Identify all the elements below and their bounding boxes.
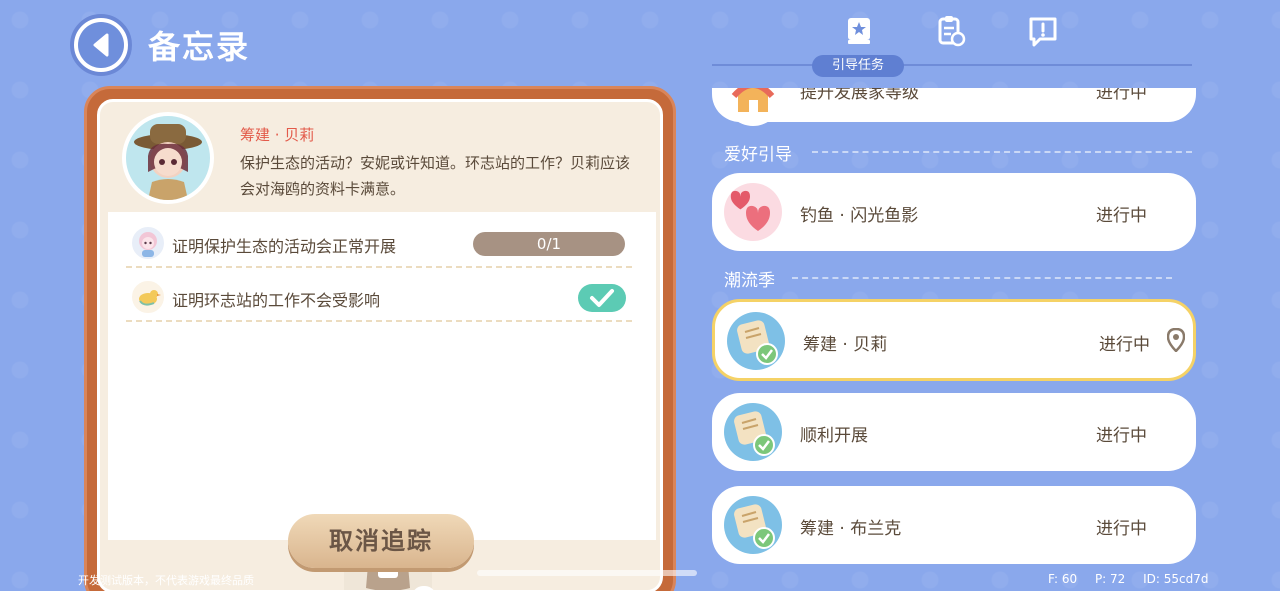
tab-special[interactable] bbox=[1026, 14, 1062, 50]
cancel-tracking-button[interactable]: 取消追踪 bbox=[288, 514, 474, 568]
task-label: 证明环志站的工作不会受影响 bbox=[172, 291, 381, 310]
quest-card[interactable]: 钓鱼 · 闪光鱼影 进行中 bbox=[712, 173, 1196, 251]
back-arrow-icon bbox=[93, 33, 109, 57]
tab-guide-label: 引导任务 bbox=[812, 55, 904, 77]
npc-dialogue: 保护生态的活动？安妮或许知道。环志站的工作？贝莉应该会对海鸥的资料卡满意。 bbox=[240, 154, 631, 198]
task-row: 证明环志站的工作不会受影响 bbox=[126, 272, 632, 322]
section-divider bbox=[812, 151, 1192, 153]
paper-icon bbox=[724, 496, 782, 554]
quest-name: 筹建 · 贝莉 bbox=[803, 335, 888, 355]
ping-readout: P: 72 bbox=[1094, 572, 1126, 586]
tab-daily[interactable] bbox=[934, 14, 970, 50]
check-icon bbox=[578, 284, 626, 312]
task-row: 证明保护生态的活动会正常开展 0/1 bbox=[126, 218, 632, 268]
location-pin-icon bbox=[1167, 328, 1185, 352]
task-progress: 0/1 bbox=[473, 232, 625, 256]
bird-npc-icon bbox=[130, 279, 166, 315]
section-divider bbox=[792, 277, 1172, 279]
quest-name: 顺利开展 bbox=[800, 426, 868, 446]
clipboard-clock-icon bbox=[938, 16, 966, 47]
session-id: ID: 55cd7d bbox=[1143, 572, 1209, 586]
task-list: 证明保护生态的活动会正常开展 0/1 证明环志站的工作不会受影响 bbox=[108, 212, 656, 590]
guide-book-icon bbox=[848, 18, 870, 44]
exclamation-bubble-icon bbox=[1029, 17, 1057, 47]
quest-status: 进行中 bbox=[1096, 426, 1147, 446]
quest-status: 进行中 bbox=[1096, 206, 1147, 226]
tab-underline bbox=[712, 64, 1192, 66]
tab-bar bbox=[830, 14, 1070, 54]
section-title: 爱好引导 bbox=[724, 145, 792, 165]
tab-guide[interactable] bbox=[842, 14, 878, 50]
task-label: 证明保护生态的活动会正常开展 bbox=[172, 237, 397, 256]
quest-name: 钓鱼 · 闪光鱼影 bbox=[800, 206, 919, 226]
fps-readout: F: 60 bbox=[1048, 572, 1078, 586]
quest-card-active[interactable]: 筹建 · 贝莉 进行中 bbox=[712, 299, 1196, 381]
quest-status: 进行中 bbox=[1099, 335, 1150, 355]
paper-icon bbox=[727, 312, 785, 370]
heart-icon bbox=[724, 183, 782, 241]
quest-status: 进行中 bbox=[1096, 519, 1147, 539]
section-title: 潮流季 bbox=[724, 271, 775, 291]
back-button[interactable] bbox=[70, 14, 132, 76]
quest-name: 提升发展家等级 bbox=[800, 88, 919, 103]
house-icon bbox=[724, 88, 782, 126]
dev-disclaimer: 开发测试版本，不代表游戏最终品质 bbox=[78, 574, 254, 587]
paper-icon bbox=[724, 403, 782, 461]
quest-card[interactable]: 顺利开展 进行中 bbox=[712, 393, 1196, 471]
home-indicator bbox=[477, 570, 697, 576]
quest-name: 筹建 · 布兰克 bbox=[800, 519, 902, 539]
quest-status: 进行中 bbox=[1096, 88, 1147, 103]
page-title: 备忘录 bbox=[148, 28, 251, 66]
npc-avatar bbox=[122, 112, 214, 204]
sheep-npc-icon bbox=[130, 225, 166, 261]
memo-card: 筹建 · 贝莉 保护生态的活动？安妮或许知道。环志站的工作？贝莉应该会对海鸥的资… bbox=[84, 86, 676, 591]
quest-card[interactable]: 筹建 · 布兰克 进行中 bbox=[712, 486, 1196, 564]
quest-card[interactable]: 提升发展家等级 进行中 bbox=[712, 88, 1196, 126]
quest-list: 提升发展家等级 进行中 爱好引导 钓鱼 · 闪光鱼影 进行中 潮流季 筹建 · … bbox=[700, 88, 1210, 591]
npc-name: 筹建 · 贝莉 bbox=[240, 126, 315, 144]
debug-stats: F: 60 P: 72 ID: 55cd7d bbox=[1048, 572, 1223, 586]
